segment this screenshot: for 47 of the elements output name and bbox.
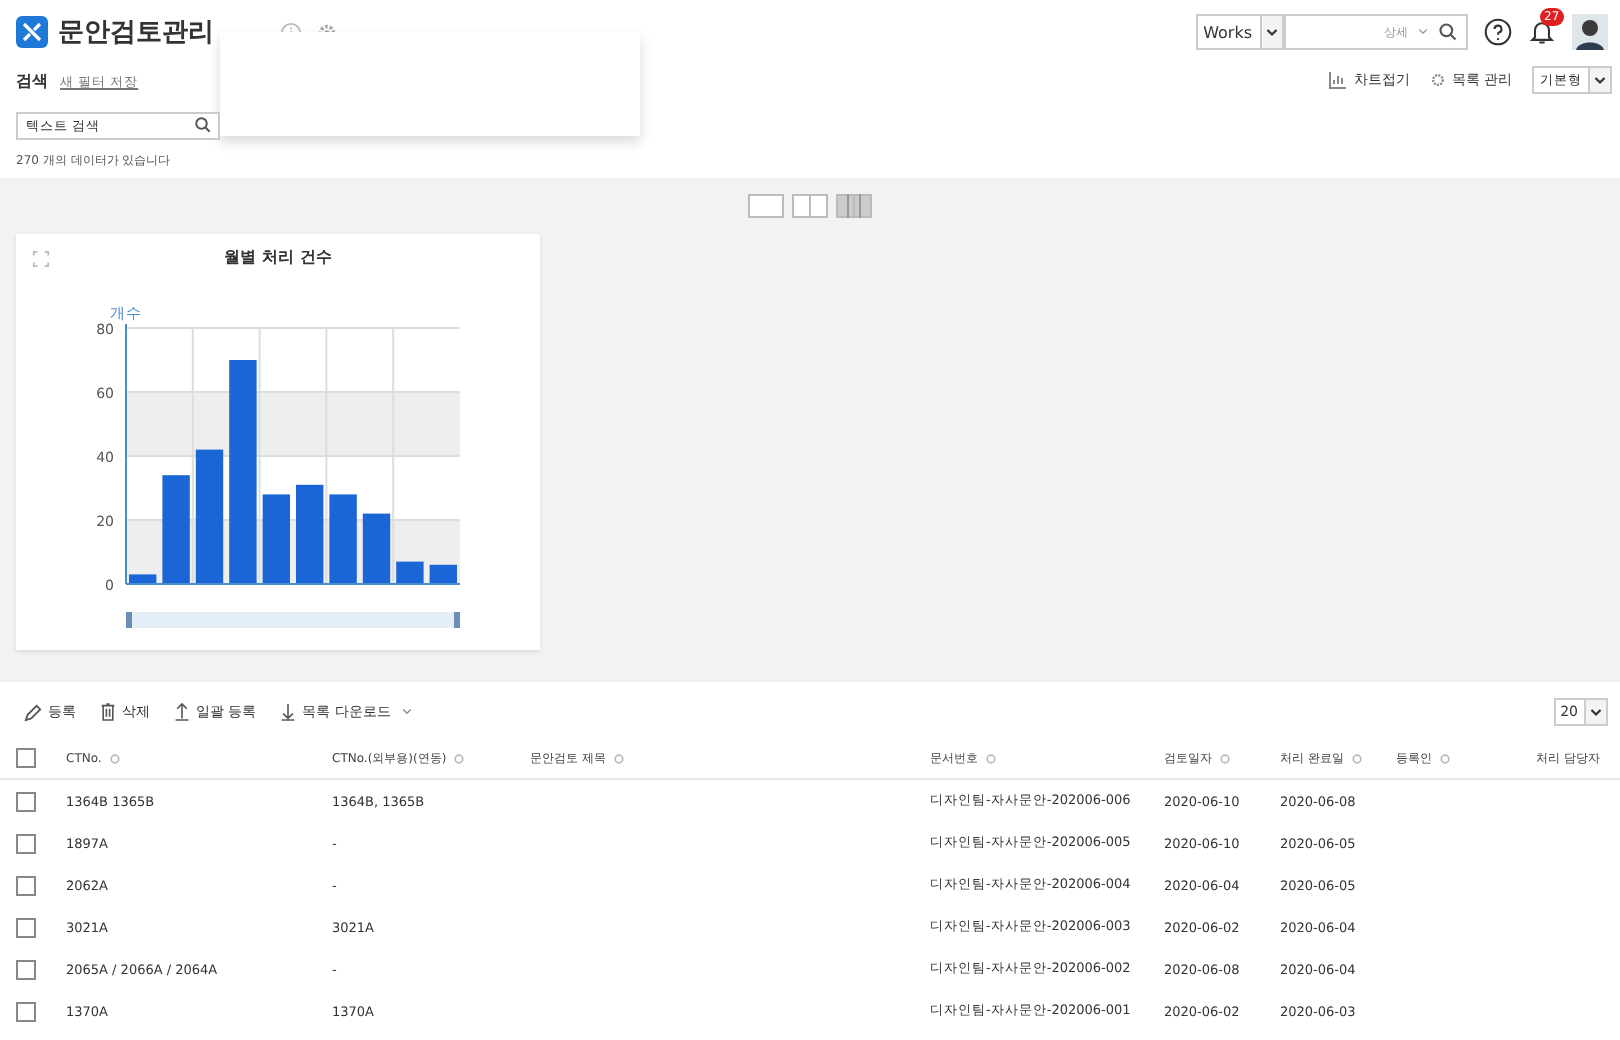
range-slider[interactable] <box>126 612 460 628</box>
bar <box>329 494 357 584</box>
chart-icon <box>1327 70 1348 90</box>
row-checkbox[interactable] <box>16 791 36 811</box>
chart-title: 월별 처리 건수 <box>224 246 332 268</box>
row-checkbox[interactable] <box>16 959 36 979</box>
row-checkbox[interactable] <box>16 875 36 895</box>
caret-icon <box>1590 707 1602 717</box>
caret-icon <box>1594 75 1606 85</box>
app-title: 문안검토관리 <box>58 16 214 50</box>
upload-icon <box>174 702 190 722</box>
bell-icon[interactable] <box>1528 18 1556 46</box>
sort-icon <box>986 753 996 763</box>
row-checkbox[interactable] <box>16 833 36 853</box>
avatar-icon[interactable] <box>1572 14 1608 50</box>
sort-icon <box>613 753 624 763</box>
bar <box>162 475 190 584</box>
row-checkbox[interactable] <box>16 1001 36 1021</box>
sort-icon <box>1220 753 1230 763</box>
layout-toggle[interactable] <box>792 194 828 218</box>
bar <box>195 449 224 584</box>
bar <box>362 513 391 584</box>
layout-toggle[interactable] <box>748 194 784 218</box>
bar <box>262 494 290 584</box>
search-icon[interactable] <box>194 116 212 134</box>
sort-icon <box>1351 753 1362 763</box>
gear-icon <box>1429 72 1446 88</box>
app-logo-icon <box>16 16 48 48</box>
expand-icon[interactable] <box>32 250 50 268</box>
pencil-icon <box>24 703 42 721</box>
layout-toggle[interactable] <box>836 194 872 218</box>
search-icon[interactable] <box>1438 22 1458 42</box>
select-all-checkbox[interactable] <box>16 748 36 768</box>
row-checkbox[interactable] <box>16 917 36 937</box>
trash-icon <box>100 702 116 722</box>
sort-icon <box>1440 753 1450 763</box>
scope-select[interactable]: Works <box>1195 14 1284 50</box>
bar <box>129 574 157 584</box>
caret-icon <box>402 708 413 716</box>
caret-icon <box>1418 28 1428 36</box>
download-icon <box>280 702 297 722</box>
sort-icon <box>454 753 465 763</box>
caret-icon <box>1266 27 1278 37</box>
search-heading: 검색 <box>16 69 48 91</box>
bar <box>296 484 324 584</box>
help-icon[interactable] <box>1484 18 1512 46</box>
sort-icon <box>109 753 120 763</box>
